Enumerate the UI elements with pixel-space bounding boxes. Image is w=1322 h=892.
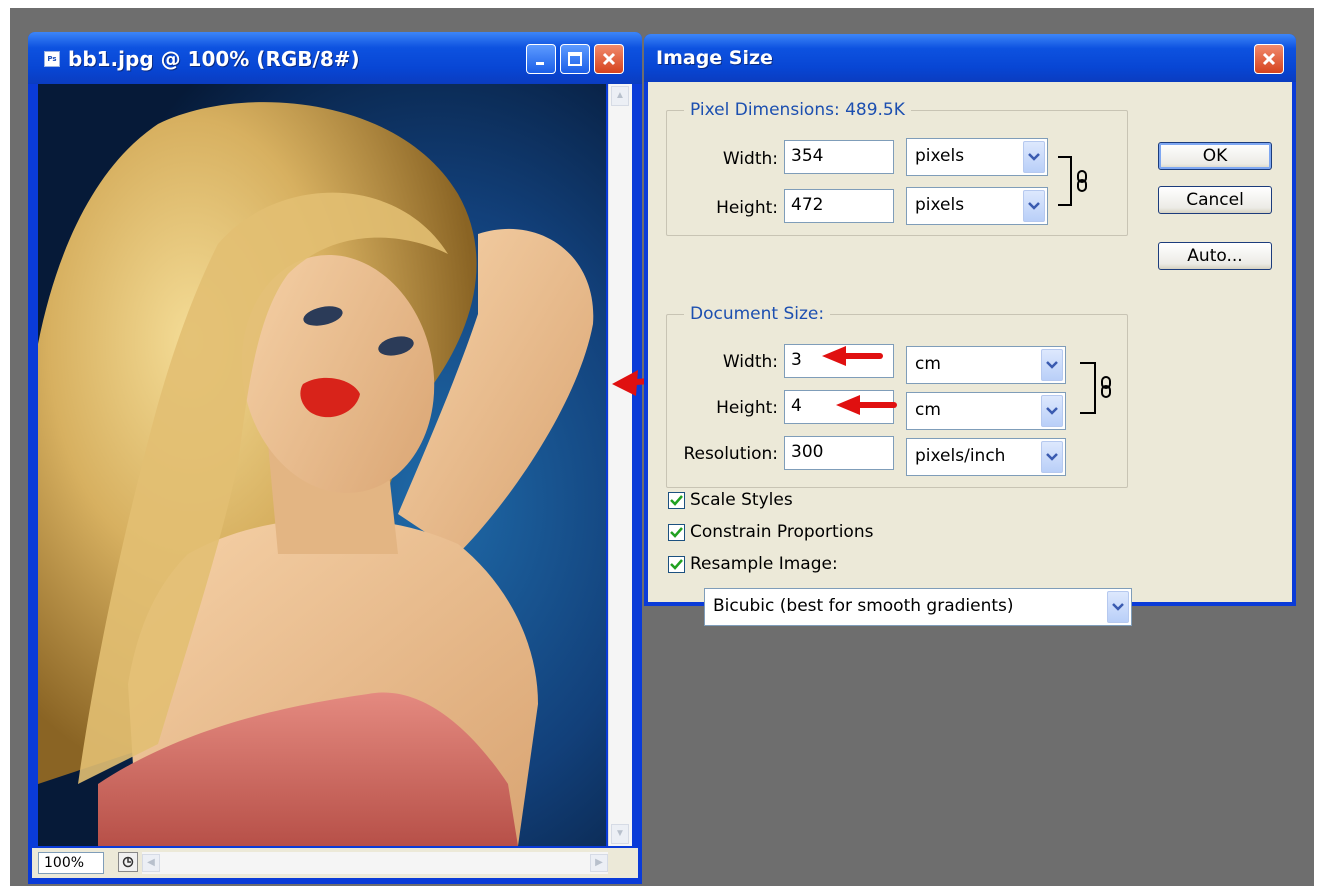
document-title: bb1.jpg @ 100% (RGB/8#) [68, 47, 360, 71]
scroll-up-arrow-icon[interactable]: ▲ [611, 86, 629, 106]
document-titlebar[interactable]: Ps bb1.jpg @ 100% (RGB/8#) [28, 32, 642, 84]
dialog-titlebar[interactable]: Image Size [644, 34, 1296, 82]
pixel-constrain-bracket [1058, 156, 1072, 206]
horizontal-scrollbar[interactable]: ◀ ▶ [142, 852, 608, 874]
doc-width-unit-select[interactable]: cm [906, 346, 1066, 384]
document-size-legend: Document Size: [684, 304, 831, 324]
zoom-level-field[interactable]: 100% [38, 852, 104, 874]
resample-method-select[interactable]: Bicubic (best for smooth gradients) [704, 588, 1132, 626]
doc-width-label: Width: [722, 352, 778, 372]
chevron-down-icon[interactable] [1041, 349, 1063, 381]
chevron-down-icon[interactable] [1041, 441, 1063, 473]
outer-frame-bottom [0, 886, 1322, 892]
chain-link-icon [1101, 376, 1111, 398]
scroll-down-arrow-icon[interactable]: ▼ [611, 824, 629, 844]
constrain-proportions-checkbox[interactable] [668, 524, 685, 541]
chevron-down-icon[interactable] [1023, 141, 1045, 173]
scale-styles-label: Scale Styles [690, 490, 793, 510]
outer-frame-right [1314, 0, 1322, 892]
resample-method-value: Bicubic (best for smooth gradients) [713, 596, 1014, 616]
outer-frame-left [0, 0, 10, 892]
ok-button[interactable]: OK [1158, 142, 1272, 170]
pixel-height-label: Height: [716, 198, 778, 218]
resolution-label: Resolution: [683, 444, 778, 464]
pixel-width-input[interactable]: 354 [784, 140, 894, 174]
minimize-button[interactable] [526, 44, 556, 74]
pixel-dimensions-legend: Pixel Dimensions: 489.5K [684, 100, 911, 120]
checkmark-icon [670, 527, 683, 538]
maximize-button[interactable] [560, 44, 590, 74]
cancel-button[interactable]: Cancel [1158, 186, 1272, 214]
vertical-scrollbar[interactable]: ▲ ▼ [608, 84, 632, 846]
close-button[interactable] [594, 44, 624, 74]
ps-icon: Ps [44, 51, 60, 67]
doc-height-unit-select[interactable]: cm [906, 392, 1066, 430]
close-icon [1262, 52, 1276, 66]
doc-width-unit-value: cm [915, 354, 941, 374]
pixel-height-unit-value: pixels [915, 195, 965, 215]
pixel-width-unit-select[interactable]: pixels [906, 138, 1048, 176]
minimize-icon [536, 62, 544, 65]
doc-height-unit-value: cm [915, 400, 941, 420]
constrain-proportions-label: Constrain Proportions [690, 522, 874, 542]
chevron-down-icon[interactable] [1023, 190, 1045, 222]
document-canvas[interactable] [38, 84, 606, 846]
doc-height-label: Height: [716, 398, 778, 418]
document-statusbar: 100% ◀ ▶ [32, 848, 638, 878]
dialog-title: Image Size [656, 47, 773, 69]
pixel-width-label: Width: [722, 149, 778, 169]
dialog-close-button[interactable] [1254, 44, 1284, 74]
red-arrow-width [822, 346, 883, 366]
scroll-right-arrow-icon[interactable]: ▶ [590, 854, 608, 872]
outer-frame-top [0, 0, 1322, 8]
auto-button[interactable]: Auto... [1158, 242, 1272, 270]
maximize-icon [568, 52, 582, 66]
checkmark-icon [670, 495, 683, 506]
chain-link-icon [1077, 170, 1087, 192]
doc-constrain-bracket [1080, 362, 1096, 414]
resolution-unit-select[interactable]: pixels/inch [906, 438, 1066, 476]
checkmark-icon [670, 559, 683, 570]
red-arrow-height [836, 395, 897, 415]
document-window: Ps bb1.jpg @ 100% (RGB/8#) ▲ ▼ 100% ◀ ▶ [28, 32, 642, 884]
image-size-dialog: Image Size Pixel Dimensions: 489.5K Widt… [644, 34, 1296, 626]
scale-styles-checkbox[interactable] [668, 492, 685, 509]
resolution-input[interactable]: 300 [784, 436, 894, 470]
dialog-body: Pixel Dimensions: 489.5K Width: 354 pixe… [648, 82, 1292, 626]
portrait-photo [38, 84, 606, 846]
chevron-down-icon[interactable] [1041, 395, 1063, 427]
status-menu-icon [122, 856, 134, 868]
pixel-height-unit-select[interactable]: pixels [906, 187, 1048, 225]
pixel-width-unit-value: pixels [915, 146, 965, 166]
resolution-unit-value: pixels/inch [915, 446, 1006, 466]
scroll-left-arrow-icon[interactable]: ◀ [142, 854, 160, 872]
close-icon [602, 52, 616, 66]
resample-image-checkbox[interactable] [668, 556, 685, 573]
chevron-down-icon[interactable] [1107, 591, 1129, 623]
resample-image-label: Resample Image: [690, 554, 838, 574]
status-menu-button[interactable] [118, 852, 138, 872]
pixel-height-input[interactable]: 472 [784, 189, 894, 223]
